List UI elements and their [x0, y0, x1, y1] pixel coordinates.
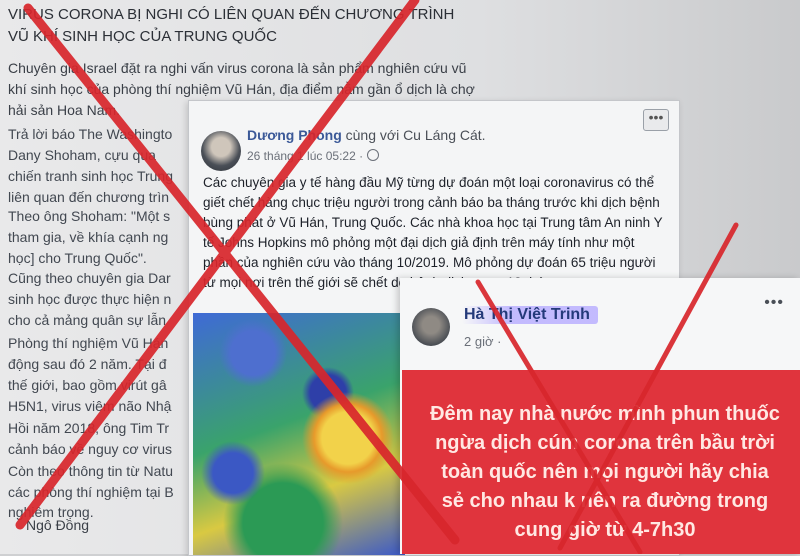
- post-timestamp[interactable]: 26 tháng 1 lúc 05:22 ·: [247, 149, 380, 163]
- post-author-link[interactable]: Dương Phong: [247, 127, 342, 143]
- article-line: sinh học được thực hiện n: [8, 291, 172, 307]
- article-line: H5N1, virus viêm não Nhậ: [8, 398, 172, 414]
- globe-icon: [367, 149, 380, 161]
- article-line: thế giới, bao gồm virút gâ: [8, 377, 167, 393]
- more-options-button[interactable]: •••: [764, 294, 784, 312]
- more-options-button[interactable]: •••: [643, 109, 669, 131]
- post-body: Các chuyên gia y tế hàng đầu Mỹ từng dự …: [203, 175, 663, 290]
- post-header: Dương Phong cùng với Cu Láng Cát.: [247, 127, 486, 143]
- article-line: động sau đó 2 năm. Tại đ: [8, 356, 167, 372]
- post-with-text: cùng với Cu Láng Cát.: [345, 127, 486, 143]
- avatar[interactable]: [412, 308, 450, 346]
- article-line: chiến tranh sinh học Trung: [8, 168, 173, 184]
- coronavirus-image[interactable]: [193, 313, 405, 555]
- article-line: các phòng thí nghiệm tại B: [8, 484, 174, 500]
- post-author-link[interactable]: Hà Thị Việt Trinh: [462, 306, 598, 324]
- article-line: Còn theo thông tin từ Natu: [8, 463, 174, 479]
- post-text-banner: Đêm nay nhà nước mình phun thuốc ngừa dị…: [402, 370, 800, 554]
- article-line: Trả lời báo The Washingto: [8, 126, 173, 142]
- article-line: tham gia, về khía cạnh ng: [8, 229, 169, 245]
- article-line: Phòng thí nghiệm Vũ Hán: [8, 335, 169, 351]
- post-timestamp[interactable]: 2 giờ ·: [464, 334, 501, 349]
- article-line: cho cả mảng quân sự lẫn: [8, 312, 167, 328]
- article-line: Theo ông Shoham: "Một s: [8, 208, 171, 224]
- article-headline: Virus Corona bị nghi có liên quan đến ch…: [8, 6, 455, 45]
- article-line: Dany Shoham, cựu qua: [8, 147, 156, 163]
- article-line: liên quan đến chương trìn: [8, 189, 169, 205]
- article-line: Hồi năm 2018, ông Tim Tr: [8, 420, 170, 436]
- avatar[interactable]: [201, 131, 241, 171]
- article-byline: Ngô Đồng: [26, 517, 90, 533]
- article-line: Cũng theo chuyên gia Dar: [8, 270, 171, 286]
- article-line: cảnh báo về nguy cơ virus: [8, 441, 173, 457]
- facebook-post-ha-thi-viet-trinh: Hà Thị Việt Trinh 2 giờ · ••• Đêm nay nh…: [400, 278, 800, 554]
- banner-text: Đêm nay nhà nước mình phun thuốc ngừa dị…: [430, 403, 780, 541]
- post-time-text: 26 tháng 1 lúc 05:22 ·: [247, 149, 364, 163]
- article-line: học] cho Trung Quốc".: [8, 250, 147, 266]
